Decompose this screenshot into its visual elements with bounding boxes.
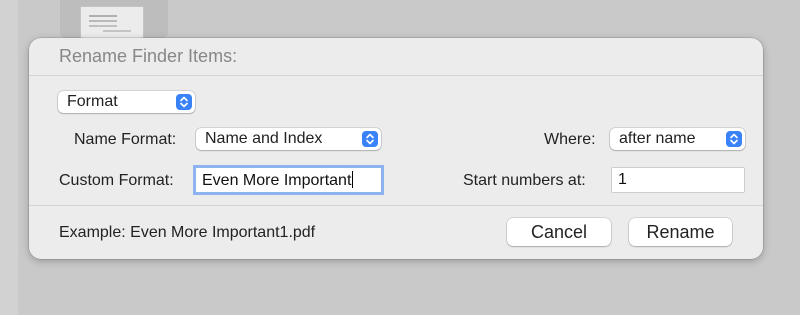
name-format-value: Name and Index [205, 130, 323, 147]
start-numbers-value: 1 [618, 171, 627, 188]
where-label: Where: [544, 131, 596, 148]
text-caret [352, 171, 354, 188]
dialog-title: Rename Finder Items: [59, 46, 238, 66]
rename-button[interactable]: Rename [629, 218, 732, 246]
cancel-button[interactable]: Cancel [507, 218, 611, 246]
up-down-chevron-icon [176, 94, 192, 110]
custom-format-field[interactable]: Even More Important [196, 168, 381, 192]
up-down-chevron-icon [362, 131, 378, 147]
where-popup[interactable]: after name [610, 128, 745, 150]
start-numbers-label: Start numbers at: [463, 172, 586, 189]
document-preview-icon [80, 6, 144, 39]
up-down-chevron-icon [726, 131, 742, 147]
footer-separator [29, 205, 763, 206]
where-value: after name [619, 130, 696, 147]
custom-format-label: Custom Format: [59, 172, 174, 189]
file-thumbnail [60, 0, 168, 39]
example-text: Example: Even More Important1.pdf [59, 224, 316, 241]
name-format-popup[interactable]: Name and Index [196, 128, 381, 150]
start-numbers-field[interactable]: 1 [612, 168, 744, 192]
name-format-label: Name Format: [74, 131, 177, 148]
title-separator [29, 75, 763, 76]
custom-format-value: Even More Important [202, 172, 352, 189]
mode-popup[interactable]: Format [58, 91, 195, 113]
rename-dialog: Rename Finder Items: Format Name Format:… [29, 38, 763, 259]
mode-popup-value: Format [67, 93, 118, 110]
